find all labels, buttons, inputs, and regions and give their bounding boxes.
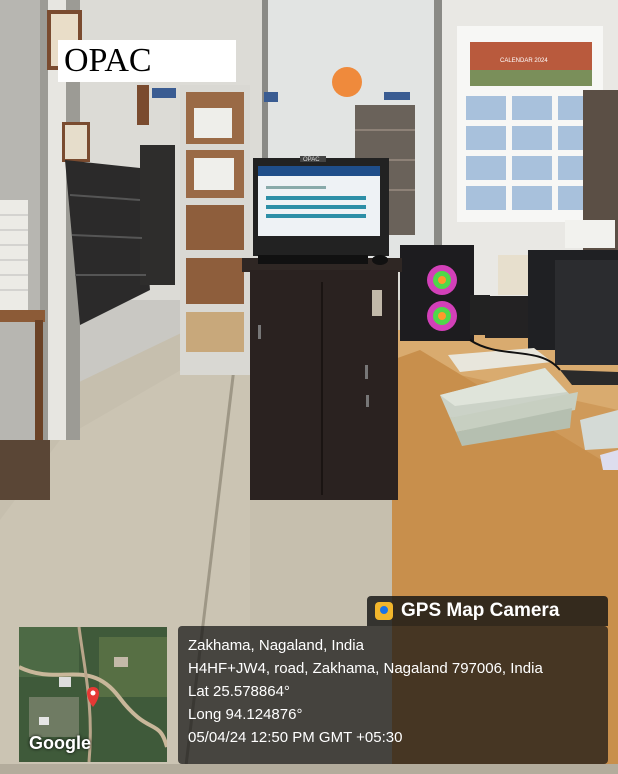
- opac-label: OPAC: [58, 40, 236, 82]
- gps-app-name: GPS Map Camera: [401, 600, 560, 621]
- gps-longitude: Long 94.124876°: [188, 706, 303, 723]
- monitor-label: OPAC: [303, 157, 320, 163]
- google-credit: Google: [29, 733, 91, 753]
- map-thumbnail: Google: [19, 627, 167, 762]
- gps-place: Zakhama, Nagaland, India: [188, 637, 364, 654]
- photo-frame: OPAC GPS Map Camera Google Zakhama, Naga…: [0, 0, 618, 774]
- gps-info-panel: Zakhama, Nagaland, India H4HF+JW4, road,…: [178, 626, 608, 764]
- opac-label-text: OPAC: [64, 42, 152, 79]
- gps-datetime: 05/04/24 12:50 PM GMT +05:30: [188, 729, 403, 746]
- gps-app-badge: GPS Map Camera: [367, 596, 608, 626]
- gps-address: H4HF+JW4, road, Zakhama, Nagaland 797006…: [188, 660, 543, 677]
- poster-calendar-title: CALENDAR 2024: [500, 58, 548, 64]
- gps-latitude: Lat 25.578864°: [188, 683, 290, 700]
- map-pin-icon: [375, 602, 393, 620]
